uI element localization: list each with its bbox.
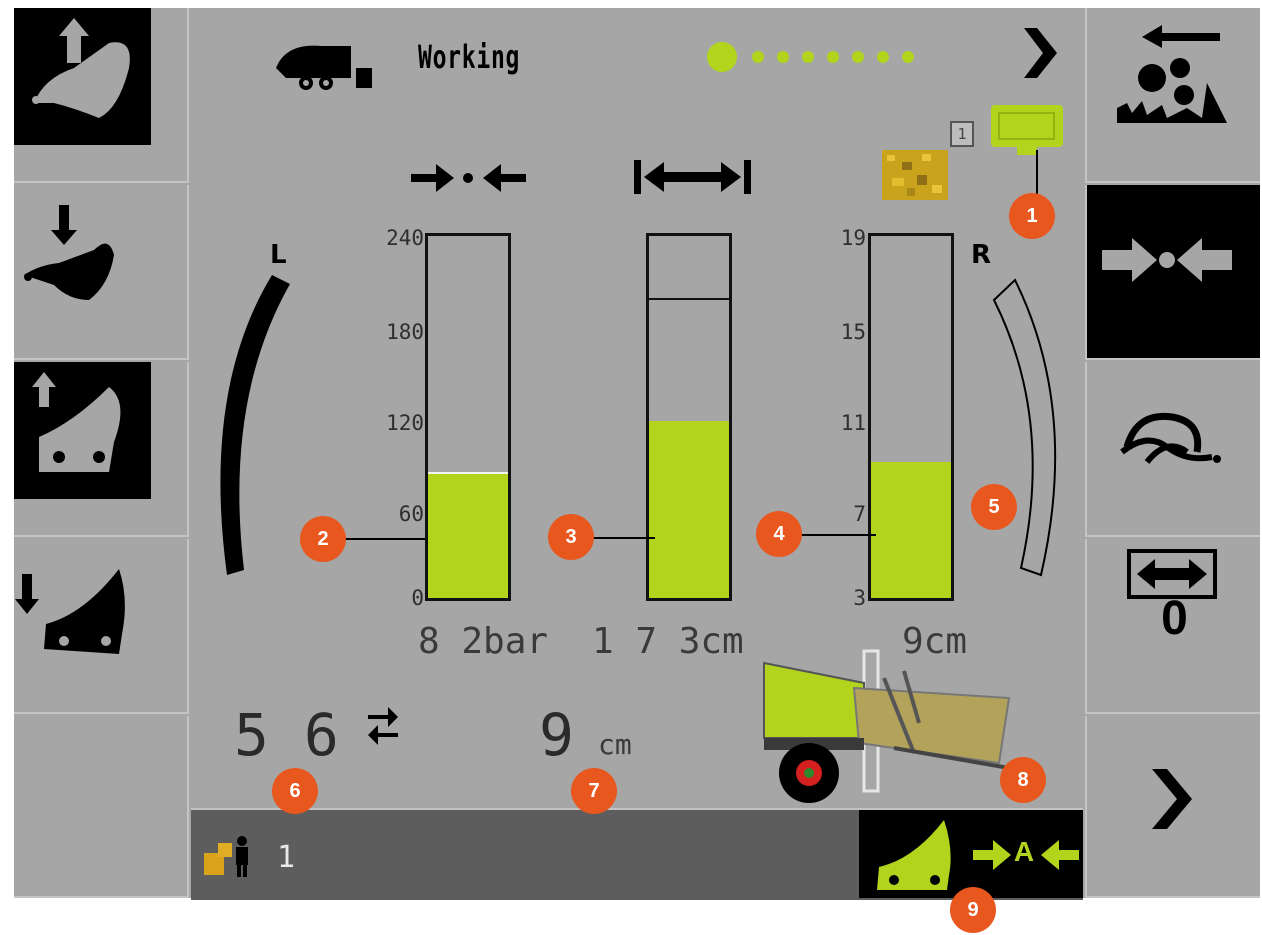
pressure-scale-120: 120 bbox=[386, 411, 424, 435]
callout-8: 8 bbox=[1000, 757, 1046, 803]
width-reset-button[interactable]: 0 bbox=[1085, 539, 1260, 714]
diameter-bar-fill bbox=[649, 421, 729, 598]
diameter-target-marker bbox=[649, 298, 729, 300]
callout-1: 1 bbox=[1009, 193, 1055, 239]
bale-count-value: 5 6 bbox=[234, 701, 339, 769]
crop-texture-icon bbox=[882, 150, 948, 200]
callout-4: 4 bbox=[756, 511, 802, 557]
diameter-arrows-icon bbox=[634, 160, 751, 194]
callout-2: 2 bbox=[300, 516, 346, 562]
pressure-bar bbox=[425, 233, 511, 601]
page-dot[interactable] bbox=[877, 51, 889, 63]
auto-compress-button[interactable]: A bbox=[969, 810, 1083, 898]
width-reset-label: 0 bbox=[1161, 592, 1188, 645]
left-tilt-arc bbox=[220, 275, 290, 575]
compress-icon bbox=[1102, 238, 1232, 282]
page-dot[interactable] bbox=[902, 51, 914, 63]
pressure-scale-0: 0 bbox=[411, 586, 424, 610]
header-next-icon[interactable] bbox=[1019, 23, 1059, 83]
layer-scale-7: 7 bbox=[853, 502, 866, 526]
page-dot-active[interactable] bbox=[707, 42, 737, 72]
callout-line-4 bbox=[800, 534, 876, 536]
tailgate-status-button[interactable] bbox=[859, 810, 969, 898]
chevron-right-icon bbox=[1152, 769, 1192, 829]
layer-value: 9 bbox=[539, 701, 574, 769]
baler-graphic bbox=[763, 649, 1011, 803]
callout-7: 7 bbox=[571, 768, 617, 814]
mode-label: Working bbox=[418, 38, 521, 76]
callout-3: 3 bbox=[548, 514, 594, 560]
layer-scale-11: 11 bbox=[840, 411, 866, 435]
layer-unit: cm bbox=[598, 728, 632, 761]
tailgate-open-button[interactable] bbox=[14, 362, 189, 537]
page-dot[interactable] bbox=[827, 51, 839, 63]
rotor-reverse-icon bbox=[1117, 25, 1227, 123]
baler-icon bbox=[276, 45, 372, 90]
tailgate-up-icon bbox=[14, 362, 151, 499]
pressure-scale-60: 60 bbox=[398, 502, 424, 526]
layer-scale-19: 19 bbox=[840, 226, 866, 250]
pressure-bar-fill bbox=[428, 472, 508, 598]
callout-line-3 bbox=[593, 537, 655, 539]
layer-bar-fill bbox=[871, 462, 951, 598]
pickup-down-icon bbox=[24, 205, 114, 300]
page-dot[interactable] bbox=[752, 51, 764, 63]
pickup-up-icon bbox=[14, 8, 151, 145]
pressure-readout: 8 2bar bbox=[418, 621, 549, 662]
pressure-button[interactable] bbox=[1085, 185, 1260, 360]
pressure-scale-180: 180 bbox=[386, 320, 424, 344]
page-dot[interactable] bbox=[802, 51, 814, 63]
tailgate-close-button[interactable] bbox=[14, 539, 189, 714]
callout-line-1 bbox=[1036, 150, 1038, 195]
compress-arrows-icon bbox=[411, 164, 526, 192]
tailgate-down-icon bbox=[15, 569, 125, 654]
swap-arrows-icon bbox=[368, 707, 398, 745]
pickup-lower-button[interactable] bbox=[14, 185, 189, 360]
right-tilt-arc bbox=[992, 278, 1057, 577]
net-wrap-icon bbox=[1120, 412, 1221, 464]
callout-5: 5 bbox=[971, 484, 1017, 530]
page-dot[interactable] bbox=[852, 51, 864, 63]
tailgate-icon bbox=[877, 820, 951, 890]
diameter-readout: 1 7 3cm bbox=[592, 621, 744, 662]
empty-left-button[interactable] bbox=[14, 716, 189, 898]
layer-scale-15: 15 bbox=[840, 320, 866, 344]
layer-scale-3: 3 bbox=[853, 586, 866, 610]
auto-label: A bbox=[1013, 836, 1035, 867]
bale-operator-icon bbox=[204, 836, 248, 877]
left-side-label: L bbox=[270, 240, 287, 270]
callout-6: 6 bbox=[272, 768, 318, 814]
diameter-bar bbox=[646, 233, 732, 601]
terminal-badge: 1 bbox=[950, 121, 974, 147]
layer-bar bbox=[868, 233, 954, 601]
terminal-icon[interactable] bbox=[989, 103, 1069, 161]
pressure-scale-240: 240 bbox=[386, 226, 424, 250]
page-dot[interactable] bbox=[777, 51, 789, 63]
right-side-label: R bbox=[971, 240, 992, 270]
pickup-raise-button[interactable] bbox=[14, 8, 189, 183]
callout-9: 9 bbox=[950, 887, 996, 933]
feed-rotor-button[interactable] bbox=[1085, 8, 1260, 183]
callout-line-2 bbox=[345, 538, 425, 540]
counter-value: 1 bbox=[277, 840, 296, 875]
next-page-button[interactable] bbox=[1085, 716, 1260, 898]
net-wrap-button[interactable] bbox=[1085, 362, 1260, 537]
terminal-screen: 0 Working 1 L R 240 180 120 60 0 19 15 1… bbox=[14, 8, 1260, 900]
page-indicator bbox=[707, 42, 937, 72]
